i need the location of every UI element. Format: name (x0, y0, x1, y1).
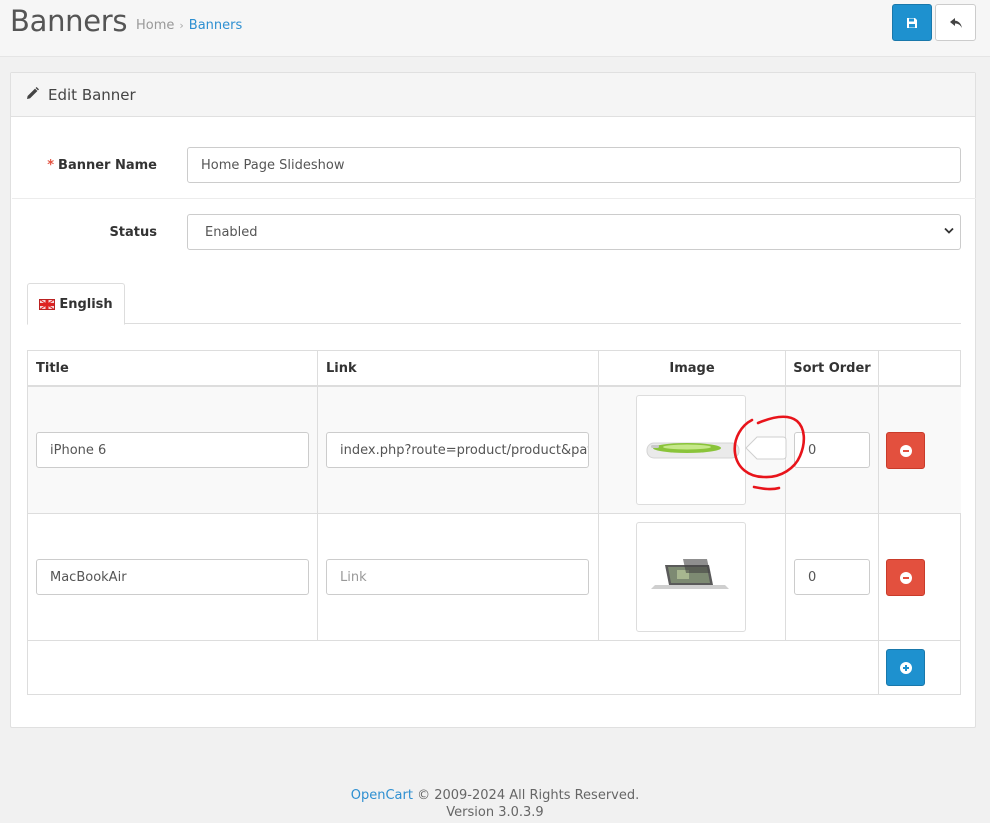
back-button[interactable] (935, 4, 976, 41)
breadcrumb-banners[interactable]: Banners (189, 18, 242, 33)
page-footer: OpenCart © 2009-2024 All Rights Reserved… (0, 787, 990, 821)
breadcrumb: Home › Banners (136, 18, 242, 33)
opencart-link[interactable]: OpenCart (351, 788, 413, 803)
breadcrumb-separator: › (179, 19, 184, 32)
required-marker: * (47, 158, 55, 173)
row-link-input[interactable]: Link (326, 559, 589, 595)
column-header-image: Image (599, 351, 786, 386)
save-icon (907, 17, 917, 28)
plus-circle-icon (899, 661, 912, 674)
copyright-line: OpenCart © 2009-2024 All Rights Reserved… (350, 788, 640, 803)
remove-row-button[interactable] (886, 559, 925, 596)
banner-image-thumbnail[interactable] (636, 395, 746, 505)
minus-circle-icon (899, 571, 912, 584)
chevron-down-icon (944, 227, 954, 234)
edit-banner-panel: Edit Banner * Banner Name Home Page Slide… (10, 72, 976, 728)
banner-name-label: * Banner Name (47, 158, 157, 173)
breadcrumb-home[interactable]: Home (136, 18, 174, 33)
status-select[interactable]: Enabled (187, 214, 961, 250)
language-tabs: English (27, 283, 961, 325)
row-sort-order-input[interactable]: 0 (794, 559, 870, 595)
page-header: Banners Home › Banners (0, 0, 990, 57)
remove-row-button[interactable] (886, 432, 925, 469)
reply-icon (949, 17, 962, 28)
column-header-sort-order: Sort Order (786, 351, 879, 386)
row-title-input[interactable]: iPhone 6 (36, 432, 309, 468)
minus-circle-icon (899, 444, 912, 457)
macbook-image (651, 559, 729, 589)
uk-flag-icon (39, 298, 56, 310)
row-link-input[interactable]: index.php?route=product/product&path=57&… (326, 432, 589, 468)
column-header-title: Title (28, 351, 318, 386)
tab-english[interactable]: English (27, 283, 125, 325)
save-button[interactable] (892, 4, 932, 41)
form-divider (12, 198, 976, 199)
column-header-link: Link (318, 351, 599, 386)
table-footer-row (28, 641, 879, 695)
banner-image-thumbnail[interactable] (636, 522, 746, 632)
version-text: Version 3.0.3.9 (446, 805, 544, 820)
page-title: Banners (10, 4, 128, 38)
column-header-action (879, 351, 961, 386)
row-title-input[interactable]: MacBookAir (36, 559, 309, 595)
add-banner-image-button[interactable] (886, 649, 925, 686)
banner-images-table: Title Link Image Sort Order iPhone 6 ind… (27, 350, 961, 695)
panel-heading: Edit Banner (11, 73, 975, 117)
tab-english-label: English (59, 296, 113, 312)
pencil-icon (27, 87, 39, 99)
panel-title: Edit Banner (48, 86, 136, 104)
row-sort-order-input[interactable]: 0 (794, 432, 870, 468)
iphone-image (646, 442, 740, 459)
status-label: Status (109, 225, 157, 240)
banner-name-input[interactable]: Home Page Slideshow (187, 147, 961, 183)
